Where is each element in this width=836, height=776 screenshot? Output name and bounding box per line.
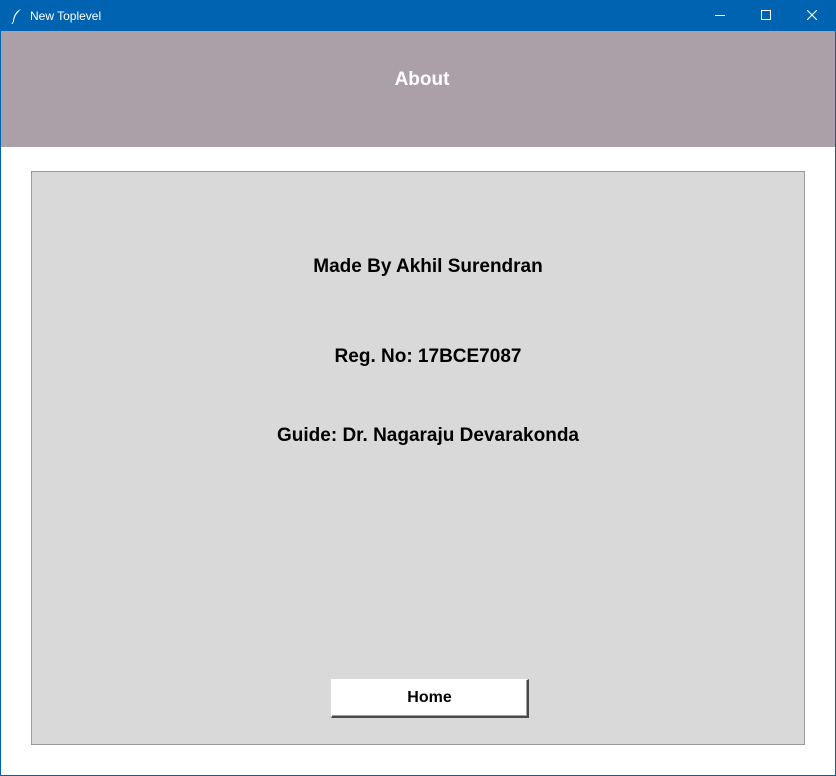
close-icon xyxy=(806,7,818,25)
minimize-icon xyxy=(715,7,725,25)
reg-no-label: Reg. No: 17BCE7087 xyxy=(334,346,522,367)
made-by-label: Made By Akhil Surendran xyxy=(313,256,543,277)
page-title: About xyxy=(394,69,450,90)
title-bar[interactable]: New Toplevel xyxy=(1,1,835,31)
info-panel: Made By Akhil Surendran Reg. No: 17BCE70… xyxy=(31,171,805,745)
about-header: About xyxy=(1,31,835,147)
app-window: New Toplevel About Made By Akhil Surendr… xyxy=(0,0,836,776)
minimize-button[interactable] xyxy=(697,1,743,31)
home-button[interactable]: Home xyxy=(331,679,529,718)
feather-icon xyxy=(10,8,24,25)
maximize-button[interactable] xyxy=(743,1,789,31)
window-title: New Toplevel xyxy=(30,9,102,23)
maximize-icon xyxy=(761,7,771,25)
close-button[interactable] xyxy=(789,1,835,31)
guide-label: Guide: Dr. Nagaraju Devarakonda xyxy=(277,425,579,446)
